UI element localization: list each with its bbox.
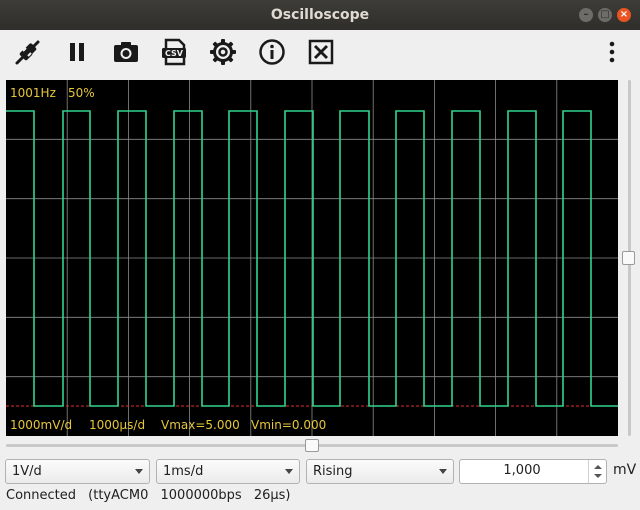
- volts-per-div-select[interactable]: 1V/d: [5, 459, 150, 484]
- port-name: (ttyACM0: [88, 488, 149, 503]
- trigger-select-value: Rising: [313, 464, 353, 479]
- toolbar: CSV: [0, 30, 640, 74]
- volts-select-value: 1V/d: [12, 464, 42, 479]
- csv-export-icon: CSV: [162, 38, 186, 66]
- volts-per-div-readout: 1000mV/d: [10, 418, 73, 432]
- vmin-readout: Vmin=0.000: [251, 418, 327, 432]
- horizontal-slider-handle[interactable]: [305, 439, 319, 452]
- scope-grid: [6, 80, 618, 436]
- vertical-position-slider[interactable]: [622, 80, 636, 436]
- gear-icon: [210, 39, 236, 65]
- time-per-div-readout: 1000µs/d: [89, 418, 146, 432]
- minimize-button[interactable]: –: [579, 8, 593, 22]
- scope-plot: [6, 80, 618, 436]
- maximize-button[interactable]: □: [598, 8, 612, 22]
- vertical-slider-handle[interactable]: [622, 251, 635, 265]
- camera-icon: [114, 42, 138, 62]
- time-select-value: 1ms/d: [163, 464, 204, 479]
- spin-down-icon[interactable]: [594, 474, 602, 478]
- pause-button[interactable]: [61, 36, 93, 68]
- spin-buttons: [588, 460, 606, 483]
- scope-display[interactable]: 1001Hz 50% 1000mV/d 1000µs/d Vmax=5.000 …: [6, 80, 618, 436]
- export-csv-button[interactable]: CSV: [158, 36, 190, 68]
- info-button[interactable]: [256, 36, 288, 68]
- chevron-down-icon: [285, 469, 293, 474]
- frequency-readout: 1001Hz: [10, 86, 56, 100]
- duty-cycle-readout: 50%: [68, 86, 95, 100]
- pause-icon: [70, 43, 84, 61]
- window-title: Oscilloscope: [270, 7, 370, 23]
- sample-interval: 26µs): [253, 488, 291, 503]
- trigger-level-unit: mV: [613, 462, 637, 478]
- screenshot-button[interactable]: [110, 36, 142, 68]
- plug-disconnect-icon: [15, 40, 40, 65]
- vmax-readout: Vmax=5.000: [161, 418, 240, 432]
- info-icon: [259, 39, 285, 65]
- disconnect-button[interactable]: [12, 36, 44, 68]
- close-window-button[interactable]: ×: [617, 8, 631, 22]
- kebab-menu-icon: [609, 41, 615, 63]
- spin-up-icon[interactable]: [594, 465, 602, 469]
- csv-icon-label: CSV: [165, 49, 184, 58]
- connection-status: Connected: [6, 488, 77, 503]
- trigger-level-value: 1,000: [503, 463, 541, 478]
- baud-rate: 1000000bps: [160, 488, 242, 503]
- chevron-down-icon: [135, 469, 143, 474]
- trigger-level-spinbox[interactable]: 1,000: [459, 459, 607, 484]
- more-menu-button[interactable]: [596, 36, 628, 68]
- trigger-mode-select[interactable]: Rising: [306, 459, 454, 484]
- title-bar: Oscilloscope – □ ×: [0, 0, 640, 30]
- time-per-div-select[interactable]: 1ms/d: [156, 459, 300, 484]
- clear-button[interactable]: [305, 36, 337, 68]
- settings-button[interactable]: [207, 36, 239, 68]
- clear-icon: [308, 39, 334, 65]
- horizontal-position-slider[interactable]: [6, 438, 618, 454]
- status-bar: Connected (ttyACM0 1000000bps 26µs): [6, 488, 291, 503]
- chevron-down-icon: [439, 469, 447, 474]
